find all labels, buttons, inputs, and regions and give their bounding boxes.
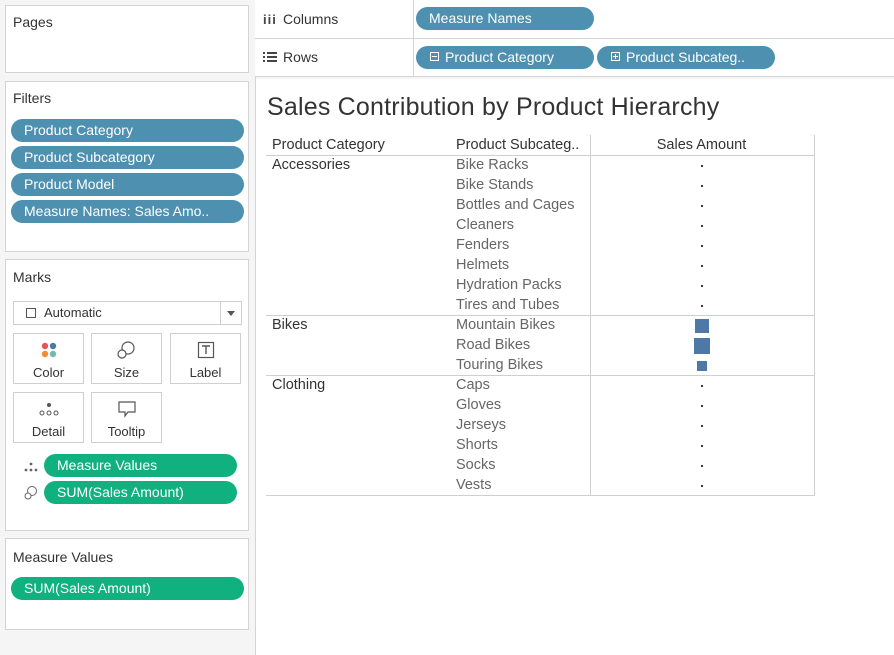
sales-mark[interactable]: [701, 265, 703, 267]
sales-mark[interactable]: [696, 360, 708, 372]
tooltip-icon: [92, 399, 161, 419]
color-card[interactable]: Color: [13, 333, 84, 384]
sales-mark[interactable]: [694, 318, 710, 334]
size-small-icon: [23, 485, 39, 506]
chevron-down-icon: [227, 311, 235, 316]
size-icon: [92, 340, 161, 360]
rows-label: Rows: [283, 49, 319, 65]
columns-icon: iii: [263, 12, 277, 27]
filter-pill-product-model[interactable]: Product Model: [11, 173, 244, 196]
sales-mark[interactable]: [701, 445, 703, 447]
sales-mark[interactable]: [701, 465, 703, 467]
mark-type-label: Automatic: [44, 305, 102, 320]
sales-mark[interactable]: [701, 405, 703, 407]
color-card-label: Color: [32, 365, 65, 380]
measure-values-panel: Measure Values SUM(Sales Amount): [5, 538, 249, 630]
label-card[interactable]: Label: [170, 333, 241, 384]
dropdown-divider: [220, 302, 221, 324]
collapse-icon: [430, 52, 439, 61]
sales-mark[interactable]: [701, 385, 703, 387]
columns-pill-measure-names[interactable]: Measure Names: [416, 7, 594, 30]
rows-shelf[interactable]: Rows Product Category Product Subcateg..: [255, 39, 894, 77]
color-icon: [14, 340, 83, 360]
filters-title: Filters: [13, 90, 52, 106]
pages-panel: Pages: [5, 5, 249, 73]
sales-mark[interactable]: [701, 285, 703, 287]
rows-pill-product-subcategory-label: Product Subcateg..: [626, 49, 746, 65]
rows-shelf-divider: [413, 39, 414, 76]
detail-card-label: Detail: [31, 424, 66, 439]
sales-mark[interactable]: [701, 305, 703, 307]
filters-panel: Filters Product Category Product Subcate…: [5, 81, 249, 252]
sales-mark[interactable]: [701, 225, 703, 227]
marks-panel: Marks Automatic Color Size Label Detail …: [5, 259, 249, 531]
sales-mark[interactable]: [701, 425, 703, 427]
filter-pill-measure-names[interactable]: Measure Names: Sales Amo..: [11, 200, 244, 223]
tooltip-card-label: Tooltip: [107, 424, 146, 439]
sales-mark[interactable]: [701, 165, 703, 167]
filter-pill-product-subcategory[interactable]: Product Subcategory: [11, 146, 244, 169]
columns-shelf-divider: [413, 0, 414, 38]
text-icon: [171, 340, 240, 360]
columns-label: Columns: [283, 11, 339, 27]
marks-title: Marks: [13, 269, 52, 285]
detail-small-icon: [23, 460, 39, 478]
detail-icon: [14, 399, 83, 419]
detail-card[interactable]: Detail: [13, 392, 84, 443]
rows-pill-product-category-label: Product Category: [445, 49, 554, 65]
size-card[interactable]: Size: [91, 333, 162, 384]
measure-values-title: Measure Values: [13, 549, 114, 565]
measure-values-pill-sum-sales-amount[interactable]: SUM(Sales Amount): [11, 577, 244, 600]
marks-pill-measure-values[interactable]: Measure Values: [44, 454, 237, 477]
rows-pill-product-category[interactable]: Product Category: [416, 46, 594, 69]
columns-shelf[interactable]: iii Columns Measure Names: [255, 0, 894, 39]
viz-area: Sales Contribution by Product Hierarchy …: [256, 79, 894, 655]
mark-type-dropdown[interactable]: Automatic: [13, 301, 242, 325]
filter-pill-product-category[interactable]: Product Category: [11, 119, 244, 142]
pages-title: Pages: [13, 14, 53, 30]
expand-icon: [611, 52, 620, 61]
square-icon: [26, 308, 36, 318]
sales-mark[interactable]: [701, 205, 703, 207]
sales-marks-layer: [256, 79, 894, 655]
rows-icon: [263, 50, 277, 68]
label-card-label: Label: [189, 365, 222, 380]
size-card-label: Size: [113, 365, 140, 380]
sales-mark[interactable]: [701, 485, 703, 487]
sales-mark[interactable]: [694, 338, 710, 354]
rows-pill-product-subcategory[interactable]: Product Subcateg..: [597, 46, 775, 69]
tooltip-card[interactable]: Tooltip: [91, 392, 162, 443]
sales-mark[interactable]: [701, 245, 703, 247]
marks-pill-sum-sales-amount[interactable]: SUM(Sales Amount): [44, 481, 237, 504]
sales-mark[interactable]: [701, 185, 703, 187]
